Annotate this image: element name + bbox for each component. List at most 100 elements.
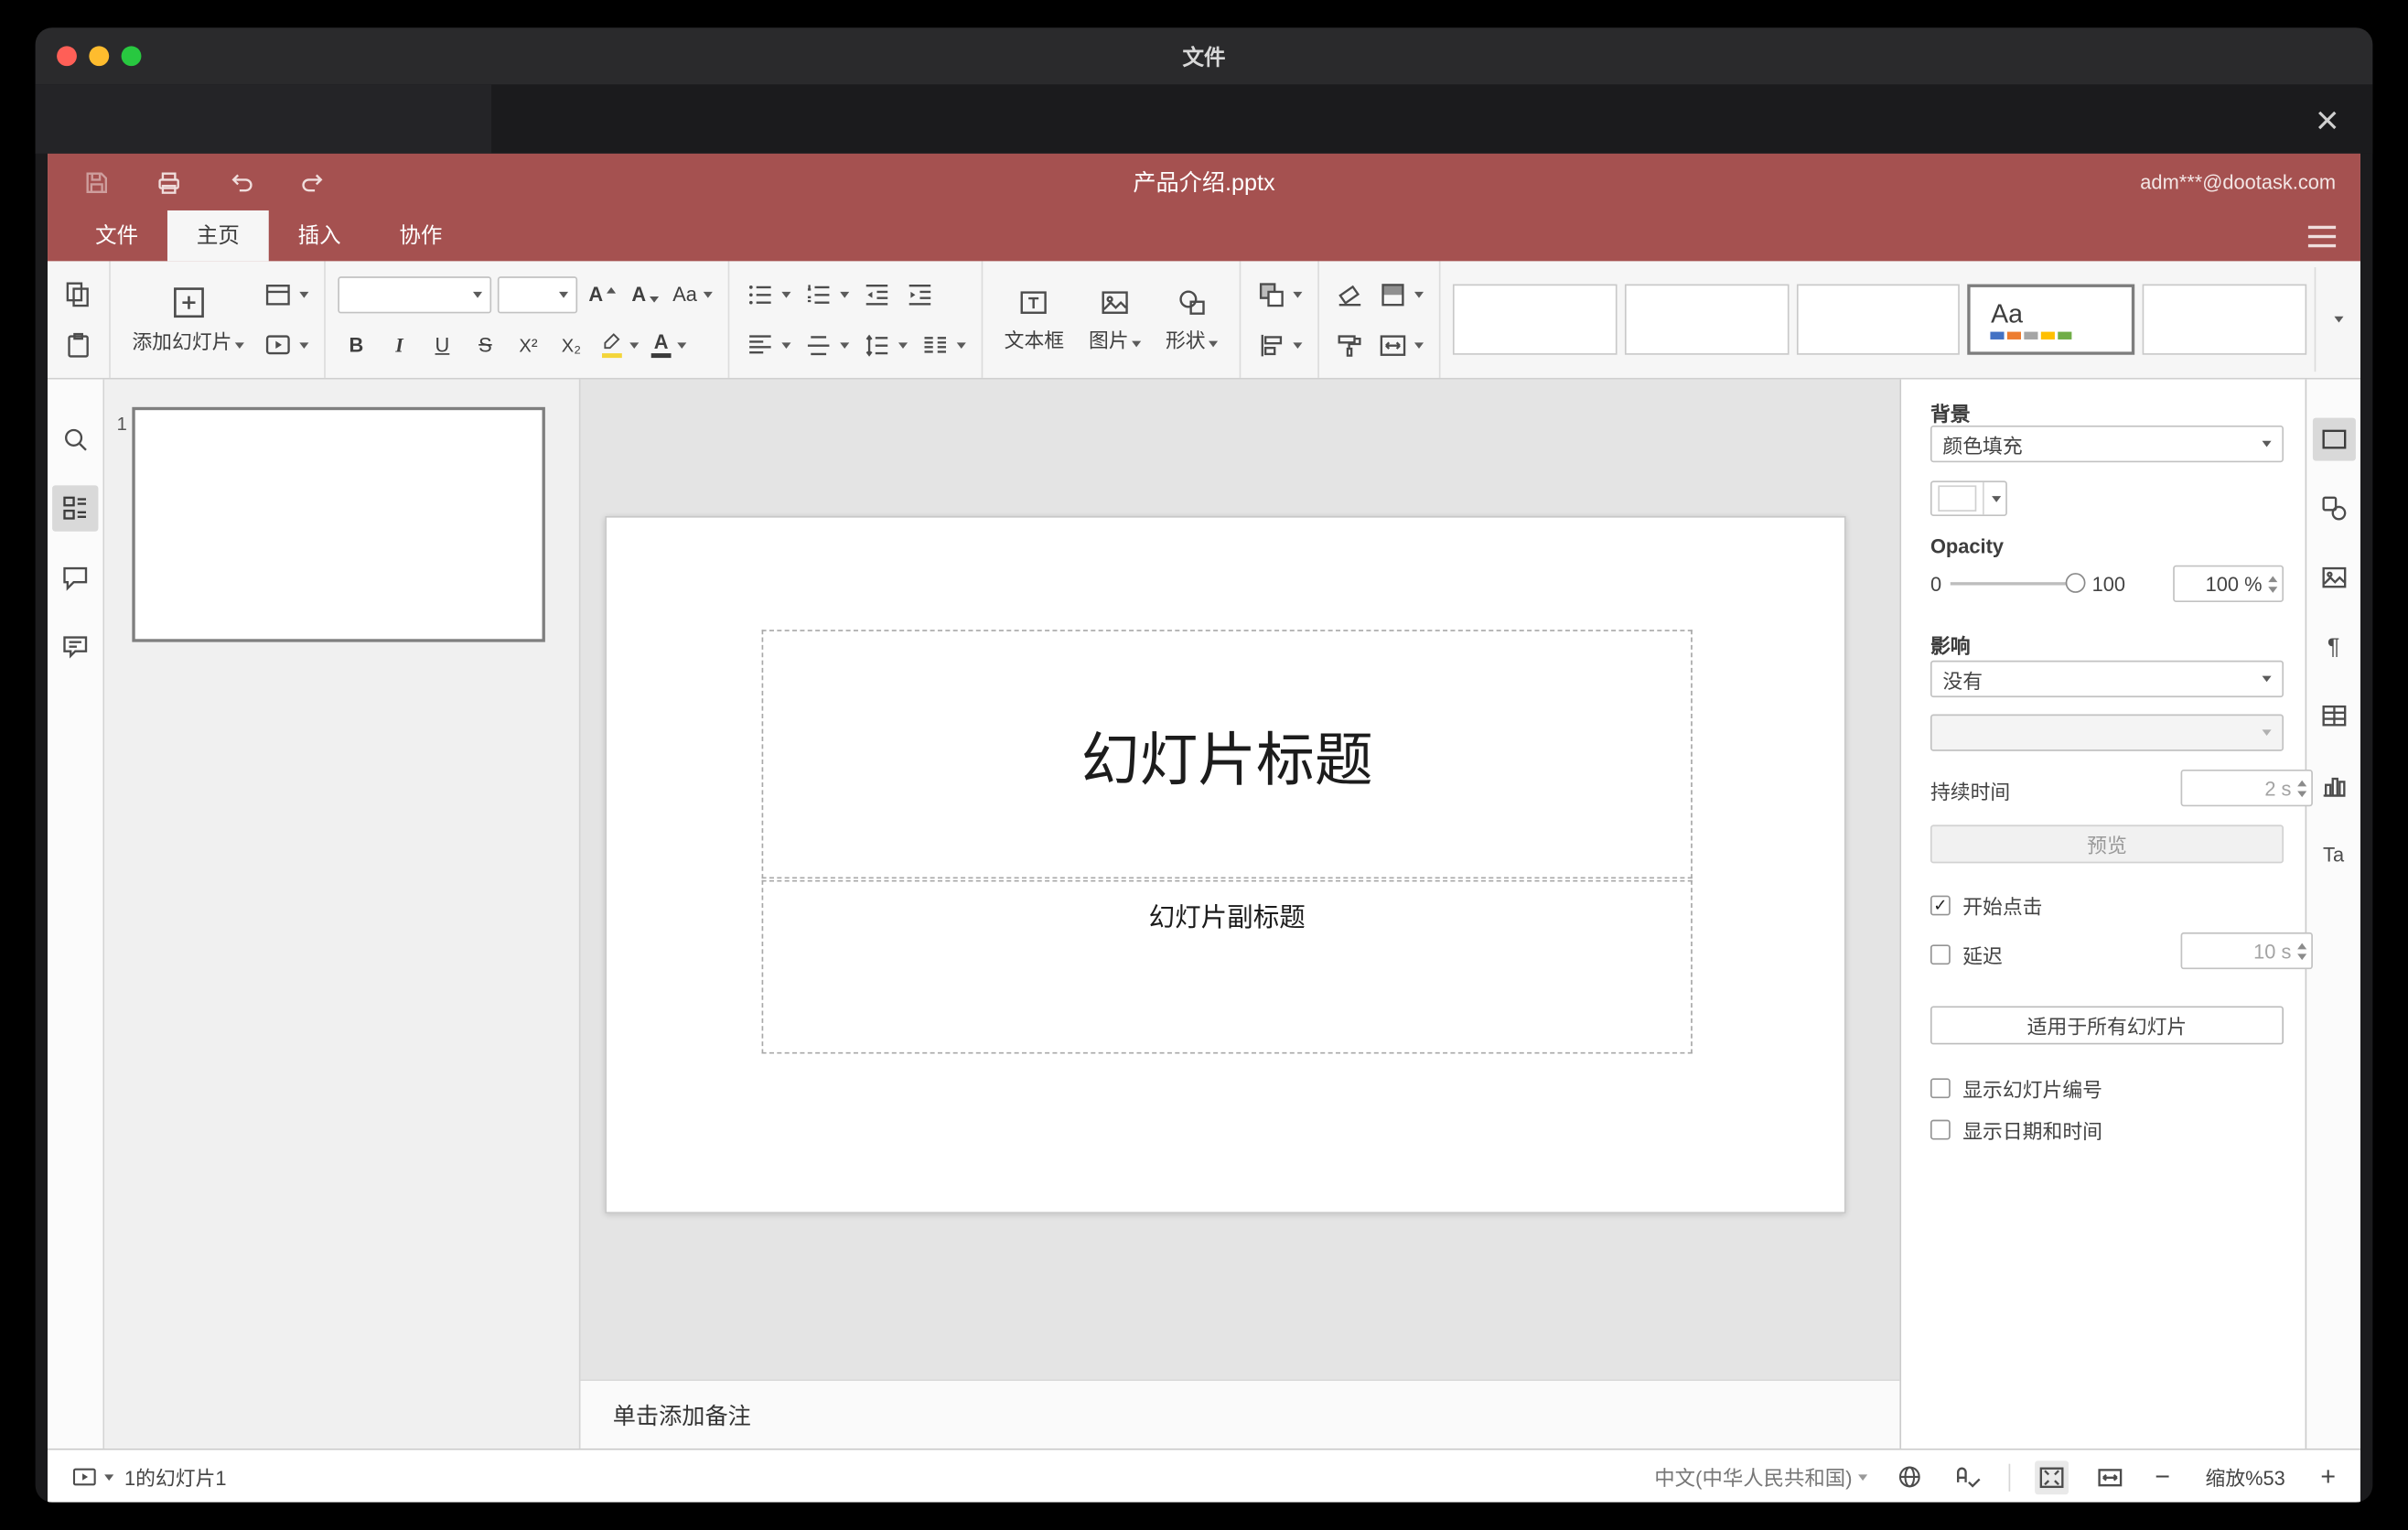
document-language-button[interactable] [1894,1460,1926,1492]
paste-button[interactable] [59,325,96,365]
start-slideshow-button[interactable] [260,325,312,365]
background-fill-button[interactable] [1374,275,1426,315]
horizontal-align-button[interactable] [742,325,794,365]
copy-button[interactable] [59,275,96,315]
chat-panel-button[interactable] [52,623,98,669]
save-button[interactable] [81,167,113,198]
effect-option-select[interactable] [1930,714,2284,751]
notes-area[interactable]: 单击添加备注 [580,1379,1900,1449]
close-icon[interactable]: × [2306,89,2349,150]
shape-settings-tab[interactable] [2312,487,2355,530]
start-slideshow-statusbar-button[interactable] [70,1461,115,1492]
increase-font-button[interactable]: A [584,275,620,315]
slide-canvas-area[interactable]: 幻灯片标题 幻灯片副标题 [580,379,1900,1380]
close-window-button[interactable] [57,46,77,67]
show-slide-number-checkbox[interactable] [1930,1077,1951,1098]
spellcheck-button[interactable] [1951,1460,1984,1493]
start-on-click-checkbox[interactable]: ✓ [1930,894,1951,915]
title-placeholder[interactable]: 幻灯片标题 [761,630,1693,879]
theme-thumbnail-5[interactable] [2142,284,2307,355]
increase-indent-button[interactable] [901,275,938,315]
opacity-spinner[interactable]: 100 % [2173,565,2284,602]
fit-width-button[interactable] [2093,1460,2127,1493]
decrease-indent-button[interactable] [858,275,895,315]
slides-panel-button[interactable] [52,485,99,532]
theme-thumbnail-1[interactable] [1452,284,1618,355]
save-icon [86,171,107,193]
tab-file[interactable]: 文件 [66,210,167,261]
arrange-button[interactable] [1253,275,1306,315]
redo-button[interactable] [298,167,329,198]
font-size-select[interactable] [497,275,578,313]
theme-gallery-expand-button[interactable] [2314,267,2358,372]
apply-to-all-slides-button[interactable]: 适用于所有幻灯片 [1930,1006,2284,1045]
preview-button[interactable]: 预览 [1930,824,2284,864]
duration-spinner[interactable]: 2 s [2180,769,2313,807]
menu-icon[interactable] [2306,222,2339,250]
effect-select[interactable]: 没有 [1930,660,2284,698]
delay-spinner[interactable]: 10 s [2180,932,2313,970]
subtitle-placeholder[interactable]: 幻灯片副标题 [761,879,1693,1054]
slide-thumbnail-1[interactable] [132,406,545,642]
tab-insert[interactable]: 插入 [269,210,371,261]
theme-thumbnail-3[interactable] [1796,284,1961,355]
align-shapes-button[interactable] [1253,325,1306,365]
theme-thumbnail-selected[interactable]: Aa [1967,284,2135,355]
slide-layout-button[interactable] [260,275,312,315]
theme-thumbnail-2[interactable] [1624,284,1789,355]
paragraph-settings-tab[interactable]: ¶ [2312,625,2355,668]
font-name-select[interactable] [338,275,492,313]
insert-shape-button[interactable]: 形状 [1156,272,1227,367]
opacity-slider-knob[interactable] [2066,573,2086,593]
add-slide-button[interactable]: 添加幻灯片 [123,272,253,367]
table-settings-tab[interactable] [2312,695,2355,738]
subscript-button[interactable]: X₂ [553,325,589,365]
opacity-up-icon[interactable] [2268,575,2278,582]
show-date-time-checkbox[interactable] [1930,1118,1951,1139]
vertical-align-button[interactable] [800,325,852,365]
delay-checkbox[interactable] [1930,943,1951,964]
textart-settings-tab[interactable]: Ta [2312,833,2355,876]
decrease-font-button[interactable]: A [627,275,663,315]
superscript-button[interactable]: X² [510,325,546,365]
numbering-icon [807,284,830,304]
underline-button[interactable]: U [424,325,460,365]
opacity-slider[interactable] [1951,573,2086,593]
print-button[interactable] [154,167,185,198]
highlight-color-button[interactable] [596,325,641,365]
comments-panel-button[interactable] [52,555,98,600]
columns-button[interactable] [917,325,969,365]
slide-settings-tab[interactable] [2312,417,2356,461]
insert-image-button[interactable]: 图片 [1080,272,1150,367]
fill-color-select[interactable] [1930,480,2007,516]
tab-home[interactable]: 主页 [167,210,269,262]
opacity-slider-row: 0 100 100 % [1930,565,2284,602]
slide-canvas[interactable]: 幻灯片标题 幻灯片副标题 [605,515,1846,1214]
tab-collaboration[interactable]: 协作 [371,210,472,261]
numbering-button[interactable] [800,275,852,315]
copy-style-button[interactable] [1331,325,1368,365]
fit-slide-button[interactable] [2035,1460,2069,1494]
insert-textbox-button[interactable]: 文本框 [995,272,1074,367]
undo-button[interactable] [226,167,257,198]
image-settings-tab[interactable] [2312,556,2355,599]
opacity-down-icon[interactable] [2268,586,2278,593]
bold-button[interactable]: B [338,325,374,365]
fill-type-select[interactable]: 颜色填充 [1930,425,2284,463]
bullets-button[interactable] [742,275,794,315]
slide-size-button[interactable] [1374,325,1426,365]
clear-style-button[interactable] [1331,275,1368,315]
change-case-button[interactable]: Aa [670,275,715,315]
italic-button[interactable]: I [381,325,417,365]
fit-slide-icon [2039,1466,2064,1488]
language-select[interactable]: 中文(中华人民共和国) [1653,1460,1869,1492]
line-spacing-button[interactable] [858,325,910,365]
chart-settings-tab[interactable] [2312,763,2355,806]
search-panel-button[interactable] [52,416,98,462]
zoom-window-button[interactable] [121,46,142,67]
minimize-window-button[interactable] [89,46,110,67]
zoom-in-button[interactable]: + [2317,1461,2338,1492]
font-color-button[interactable]: A [648,325,689,365]
strikethrough-button[interactable]: S [467,325,503,365]
zoom-out-button[interactable]: − [2152,1461,2173,1492]
